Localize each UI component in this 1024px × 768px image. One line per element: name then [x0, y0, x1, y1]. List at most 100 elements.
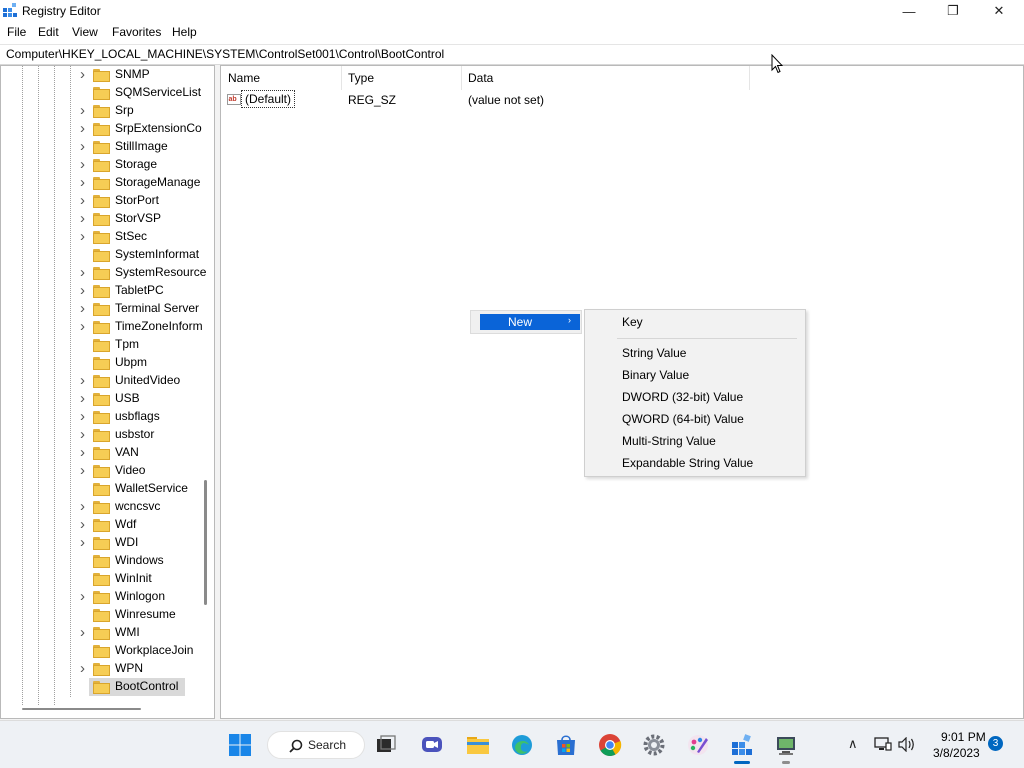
tree-item[interactable]: › TimeZoneInform — [1, 318, 203, 336]
chevron-right-icon[interactable]: › — [80, 157, 90, 172]
menu-file[interactable]: File — [7, 25, 26, 39]
file-explorer-icon[interactable] — [466, 733, 490, 757]
title-bar[interactable] — [0, 0, 1024, 22]
tree-item[interactable]: › UnitedVideo — [1, 372, 201, 390]
tree-item[interactable]: › wcncsvc — [1, 498, 201, 516]
meet-icon[interactable] — [420, 733, 444, 757]
chevron-right-icon[interactable]: › — [80, 517, 90, 532]
submenu-string-value[interactable]: String Value — [622, 346, 686, 360]
chevron-right-icon[interactable]: › — [80, 409, 90, 424]
maximize-button[interactable]: ❐ — [930, 0, 976, 22]
store-icon[interactable] — [554, 733, 578, 757]
clock-time[interactable]: 9:01 PM — [941, 730, 986, 744]
chevron-right-icon[interactable]: › — [80, 211, 90, 226]
minimize-button[interactable]: — — [886, 0, 932, 22]
tree-item[interactable]: › usbflags — [1, 408, 201, 426]
tree-item[interactable]: › StSec — [1, 228, 201, 246]
submenu-dword-value[interactable]: DWORD (32-bit) Value — [622, 390, 743, 404]
tree-horizontal-scrollbar[interactable] — [22, 708, 141, 710]
network-app-icon[interactable] — [774, 733, 798, 757]
chevron-right-icon[interactable]: › — [80, 103, 90, 118]
tree-item[interactable]: › Srp — [1, 102, 201, 120]
chevron-right-icon[interactable]: › — [80, 499, 90, 514]
chevron-right-icon[interactable]: › — [80, 175, 90, 190]
menu-help[interactable]: Help — [172, 25, 197, 39]
chevron-right-icon[interactable]: › — [80, 427, 90, 442]
column-divider[interactable] — [461, 66, 462, 90]
show-hidden-icons-chevron-icon[interactable]: ∧ — [848, 736, 858, 752]
chevron-right-icon[interactable]: › — [80, 391, 90, 406]
chevron-right-icon[interactable]: › — [80, 535, 90, 550]
settings-icon[interactable] — [642, 733, 666, 757]
regedit-icon[interactable] — [730, 733, 754, 757]
column-divider[interactable] — [749, 66, 750, 90]
menu-edit[interactable]: Edit — [38, 25, 59, 39]
tree-item[interactable]: WalletService — [1, 480, 201, 498]
volume-icon[interactable] — [898, 737, 916, 752]
tree-item[interactable]: › TabletPC — [1, 282, 201, 300]
key-tree-pane[interactable]: › SNMP SQMServiceList › Srp › SrpExtensionCo › S… — [0, 65, 215, 719]
tree-item[interactable]: › SNMP — [1, 66, 201, 84]
tree-item[interactable]: › WMI — [1, 624, 201, 642]
taskbar-search-box[interactable]: Search — [267, 731, 365, 759]
tree-item[interactable]: SystemInformat — [1, 246, 201, 264]
chevron-right-icon[interactable]: › — [80, 283, 90, 298]
column-header-type[interactable]: Type — [348, 71, 374, 85]
tree-item[interactable]: › StorageManage — [1, 174, 201, 192]
tree-item[interactable]: WinInit — [1, 570, 201, 588]
tree-item[interactable]: › StorPort — [1, 192, 201, 210]
tree-item[interactable]: › Video — [1, 462, 201, 480]
chevron-right-icon[interactable]: › — [80, 193, 90, 208]
tree-item[interactable]: › StorVSP — [1, 210, 201, 228]
submenu-key[interactable]: Key — [622, 315, 643, 329]
address-path[interactable]: Computer\HKEY_LOCAL_MACHINE\SYSTEM\Contr… — [6, 47, 444, 61]
menu-favorites[interactable]: Favorites — [112, 25, 161, 39]
tree-item[interactable]: Windows — [1, 552, 201, 570]
chevron-right-icon[interactable]: › — [80, 139, 90, 154]
tree-item[interactable]: Winresume — [1, 606, 201, 624]
chevron-right-icon[interactable]: › — [80, 121, 90, 136]
tree-item[interactable]: › Winlogon — [1, 588, 201, 606]
submenu-expandable-string-value[interactable]: Expandable String Value — [622, 456, 753, 470]
tree-item[interactable]: › USB — [1, 390, 201, 408]
tree-item[interactable]: › VAN — [1, 444, 201, 462]
chrome-icon[interactable] — [598, 733, 622, 757]
tree-item[interactable]: WorkplaceJoin — [1, 642, 201, 660]
tree-item[interactable]: › SrpExtensionCo — [1, 120, 202, 138]
tree-item-selected[interactable]: BootControl — [1, 678, 201, 696]
tree-item[interactable]: › Terminal Server — [1, 300, 201, 318]
chevron-right-icon[interactable]: › — [80, 229, 90, 244]
edge-icon[interactable] — [510, 733, 534, 757]
column-header-data[interactable]: Data — [468, 71, 493, 85]
tree-item[interactable]: › WDI — [1, 534, 201, 552]
tree-item[interactable]: › SystemResource — [1, 264, 206, 282]
value-name-default[interactable]: (Default) — [241, 90, 296, 108]
paint-icon[interactable] — [686, 733, 710, 757]
column-header-name[interactable]: Name — [228, 71, 260, 85]
tree-item[interactable]: › Wdf — [1, 516, 201, 534]
close-button[interactable]: ✕ — [976, 0, 1022, 22]
submenu-multi-string-value[interactable]: Multi-String Value — [622, 434, 716, 448]
network-icon[interactable] — [874, 736, 892, 752]
chevron-right-icon[interactable]: › — [80, 661, 90, 676]
tree-item[interactable]: › usbstor — [1, 426, 201, 444]
chevron-right-icon[interactable]: › — [80, 445, 90, 460]
chevron-right-icon[interactable]: › — [80, 301, 90, 316]
submenu-binary-value[interactable]: Binary Value — [622, 368, 689, 382]
tree-item[interactable]: SQMServiceList — [1, 84, 201, 102]
tree-item[interactable]: Ubpm — [1, 354, 201, 372]
chevron-right-icon[interactable]: › — [80, 67, 90, 82]
chevron-right-icon[interactable]: › — [80, 589, 90, 604]
tree-item[interactable]: › WPN — [1, 660, 201, 678]
tree-item[interactable]: Tpm — [1, 336, 201, 354]
tree-item[interactable]: › StillImage — [1, 138, 201, 156]
chevron-right-icon[interactable]: › — [80, 463, 90, 478]
chevron-right-icon[interactable]: › — [80, 373, 90, 388]
clock-date[interactable]: 3/8/2023 — [933, 746, 980, 760]
notification-badge[interactable]: 3 — [988, 736, 1003, 751]
start-icon[interactable] — [228, 733, 252, 757]
column-divider[interactable] — [341, 66, 342, 90]
chevron-right-icon[interactable]: › — [80, 625, 90, 640]
chevron-right-icon[interactable]: › — [80, 265, 90, 280]
tree-vertical-scrollbar[interactable] — [204, 480, 207, 605]
